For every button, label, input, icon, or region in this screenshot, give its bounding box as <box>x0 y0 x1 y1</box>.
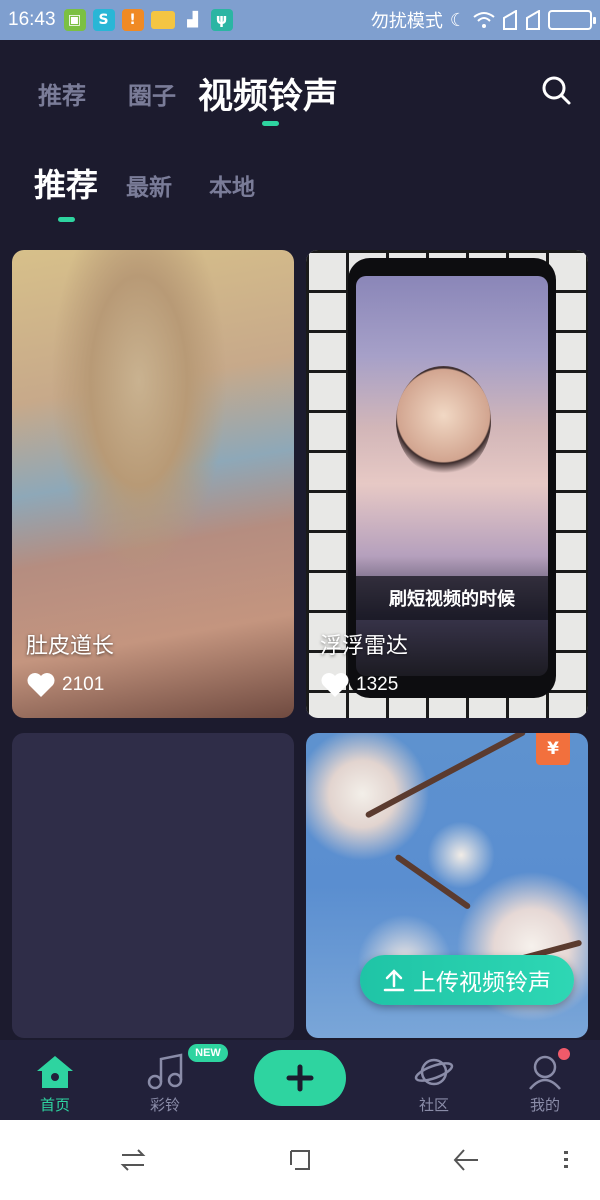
brush-icon: ▟ <box>187 12 198 28</box>
phone-screen: 刷短视频的时候 <box>356 276 548 676</box>
status-time: 16:43 <box>8 9 56 30</box>
subtab-local[interactable]: 本地 <box>209 168 255 202</box>
nav-community-label: 社区 <box>418 1096 449 1114</box>
switch-apps-icon[interactable] <box>117 1144 149 1176</box>
branch-image <box>394 853 472 911</box>
tab-recommend[interactable]: 推荐 <box>38 76 86 111</box>
branch-image <box>364 733 527 819</box>
video-card[interactable]: 肚皮道长 2101 <box>12 250 294 718</box>
nav-ringtone-label: 彩铃 <box>149 1096 180 1114</box>
nav-home-label: 首页 <box>39 1096 70 1114</box>
system-nav-bar <box>0 1120 600 1200</box>
card-likes: 1325 <box>320 672 398 698</box>
like-count: 2101 <box>62 674 105 695</box>
card-likes: 2101 <box>26 672 104 698</box>
back-icon[interactable] <box>450 1144 482 1176</box>
top-tab-indicator <box>262 121 279 126</box>
dnd-label: 勿扰模式 <box>370 11 443 32</box>
card-title: 浮浮雷达 <box>320 634 409 659</box>
usb-icon: ψ <box>210 9 233 31</box>
home-square-icon[interactable] <box>284 1144 316 1176</box>
video-card[interactable]: 刷短视频的时候 浮浮雷达 1325 <box>306 250 588 718</box>
portrait-image <box>396 366 491 476</box>
nav-mine[interactable]: 我的 <box>495 1040 595 1120</box>
tab-video-ringtone[interactable]: 视频铃声 <box>198 68 338 119</box>
upload-icon <box>383 969 405 992</box>
moon-icon: ☾ <box>449 9 466 31</box>
music-note-icon <box>145 1052 185 1092</box>
subtab-recommend[interactable]: 推荐 <box>34 160 98 206</box>
status-bar: 16:43 ▣ S ! ▟ ψ 勿扰模式 ☾ <box>0 0 600 40</box>
like-count: 1325 <box>356 674 399 695</box>
subtab-latest[interactable]: 最新 <box>126 168 172 202</box>
search-icon[interactable] <box>540 74 572 106</box>
heart-icon <box>321 673 349 697</box>
notification-dot <box>558 1048 570 1060</box>
paid-badge: ¥ <box>536 733 570 765</box>
nav-home[interactable]: 首页 <box>5 1040 105 1120</box>
new-badge: NEW <box>188 1044 228 1062</box>
menu-icon[interactable] <box>550 1144 582 1176</box>
battery-icon <box>548 10 596 30</box>
top-tab-bar: 推荐 圈子 视频铃声 <box>0 60 600 130</box>
tab-circle[interactable]: 圈子 <box>128 76 176 111</box>
android-icon: ▣ <box>63 9 86 31</box>
video-caption: 刷短视频的时候 <box>356 576 548 620</box>
create-button[interactable] <box>254 1050 346 1106</box>
card-title: 肚皮道长 <box>26 634 115 659</box>
nav-community[interactable]: 社区 <box>384 1040 484 1120</box>
nav-mine-label: 我的 <box>529 1096 560 1114</box>
wifi-icon <box>473 12 495 28</box>
upload-video-ringtone-button[interactable]: 上传视频铃声 <box>360 955 574 1005</box>
app-icon: S <box>92 9 115 31</box>
plus-icon <box>286 1064 314 1092</box>
folder-icon <box>150 11 175 29</box>
home-icon <box>35 1052 75 1092</box>
warning-icon: ! <box>121 9 144 31</box>
upload-button-label: 上传视频铃声 <box>413 970 551 996</box>
subtab-indicator <box>58 217 75 222</box>
planet-icon <box>414 1052 454 1092</box>
video-card[interactable] <box>12 733 294 1038</box>
signal-icon <box>503 10 517 30</box>
signal-icon <box>526 10 540 30</box>
heart-icon <box>27 673 55 697</box>
